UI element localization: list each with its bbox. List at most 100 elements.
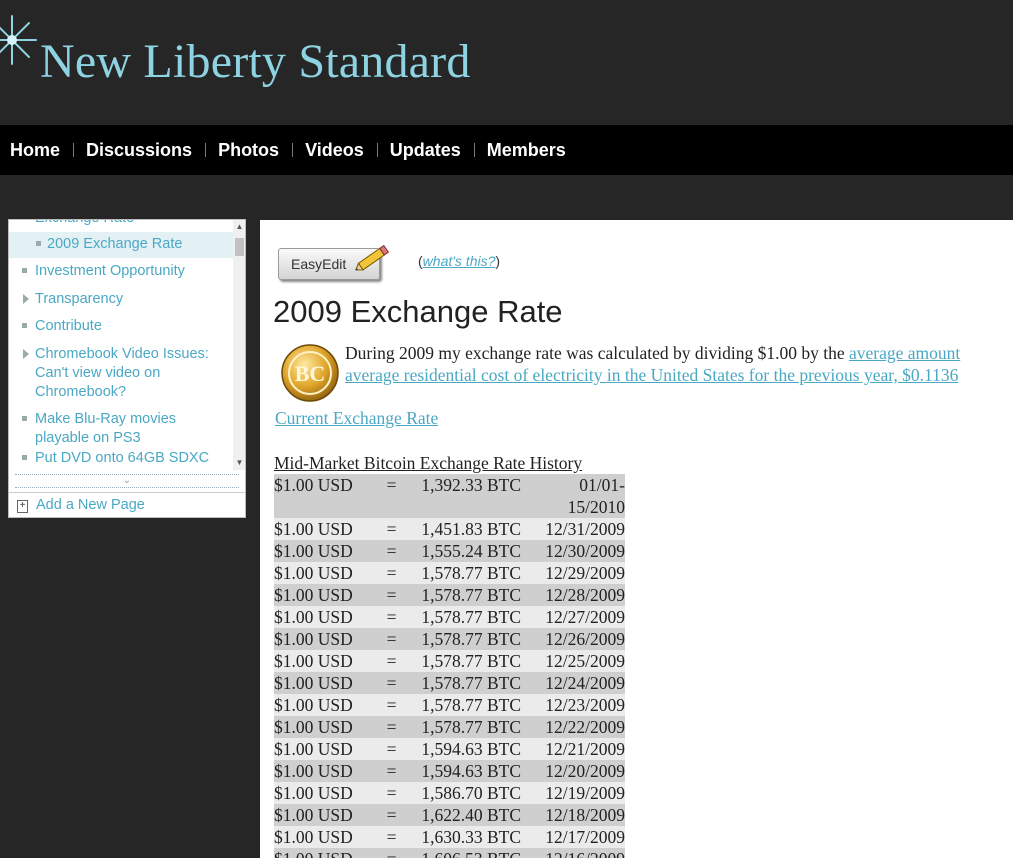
cell-date: 12/18/2009 <box>545 805 625 825</box>
pencil-icon <box>355 244 390 271</box>
cell-date: 12/20/2009 <box>545 761 625 781</box>
table-row: $1.00 USD = 1,630.33 BTC 12/17/2009 <box>274 826 625 848</box>
sidebar-item-label: Transparency <box>35 291 124 307</box>
bullet-icon <box>22 416 27 421</box>
sidebar-resize-handle[interactable]: ⌄ <box>15 474 239 488</box>
cell-usd: $1.00 USD <box>274 541 353 561</box>
table-row: $1.00 USD = 1,622.40 BTC 12/18/2009 <box>274 804 625 826</box>
cell-date: 12/24/2009 <box>545 673 625 693</box>
sidebar-item[interactable]: 2009 Exchange Rate <box>9 232 233 258</box>
table-row: $1.00 USD = 1,392.33 BTC 01/01- 15/2010 <box>274 474 625 518</box>
cell-usd: $1.00 USD <box>274 651 353 671</box>
site-title[interactable]: New Liberty Standard <box>40 34 471 89</box>
cell-date: 12/30/2009 <box>545 541 625 561</box>
sidebar-item[interactable]: Make Blu-Ray movies playable on PS3 <box>9 409 233 446</box>
nav-item: Home <box>0 140 60 161</box>
scroll-thumb[interactable] <box>235 238 244 256</box>
sidebar-item[interactable]: Transparency <box>9 289 233 315</box>
cell-btc: 1,586.70 BTC <box>421 783 521 803</box>
nav-link-photos[interactable]: Photos <box>218 140 279 161</box>
cell-usd: $1.00 USD <box>274 761 353 781</box>
nav-separator <box>205 143 207 157</box>
bullet-icon <box>36 241 41 246</box>
cell-usd: $1.00 USD <box>274 739 353 759</box>
bitcoin-coin-icon: BC <box>281 344 339 402</box>
sidebar-item[interactable]: Put DVD onto 64GB SDXC <box>9 448 233 468</box>
table-row: $1.00 USD = 1,578.77 BTC 12/25/2009 <box>274 650 625 672</box>
cell-btc: 1,630.33 BTC <box>421 827 521 847</box>
table-row: $1.00 USD = 1,578.77 BTC 12/24/2009 <box>274 672 625 694</box>
add-page-button[interactable]: + Add a New Page <box>9 492 245 517</box>
cell-btc: 1,622.40 BTC <box>421 805 521 825</box>
expand-arrow-icon[interactable] <box>23 294 29 304</box>
nav-link-members[interactable]: Members <box>487 140 566 161</box>
table-row: $1.00 USD = 1,555.24 BTC 12/30/2009 <box>274 540 625 562</box>
cell-usd: $1.00 USD <box>274 629 353 649</box>
add-page-label: Add a New Page <box>36 497 145 513</box>
nav-item: Members <box>461 140 566 161</box>
cell-btc: 1,578.77 BTC <box>421 695 521 715</box>
scroll-down-icon[interactable]: ▼ <box>233 456 245 470</box>
nav-link-discussions[interactable]: Discussions <box>86 140 192 161</box>
table-row: $1.00 USD = 1,578.77 BTC 12/22/2009 <box>274 716 625 738</box>
main-nav: Home Discussions Photos Videos Updates Member… <box>0 125 1013 175</box>
cell-btc: 1,578.77 BTC <box>421 585 521 605</box>
table-caption: Mid-Market Bitcoin Exchange Rate History <box>274 453 583 473</box>
nav-separator <box>473 143 475 157</box>
nav-item: Updates <box>364 140 461 161</box>
table-row: $1.00 USD = 1,578.77 BTC 12/29/2009 <box>274 562 625 584</box>
cell-eq: = <box>386 651 397 671</box>
cell-date: 12/16/2009 <box>521 848 625 858</box>
sidebar-item[interactable]: Chromebook Video Issues: Can't view vide… <box>9 344 233 406</box>
average-amount-link[interactable]: average amount <box>849 343 960 363</box>
cell-date: 01/01- 15/2010 <box>567 475 625 517</box>
sidebar-item[interactable]: Exchange Rate <box>9 220 233 232</box>
nav-link-home[interactable]: Home <box>0 140 60 161</box>
nav-link-videos[interactable]: Videos <box>305 140 364 161</box>
bullet-icon <box>22 323 27 328</box>
cell-usd: $1.00 USD <box>274 717 353 737</box>
cell-usd: $1.00 USD <box>274 848 372 858</box>
cell-eq: = <box>386 827 397 847</box>
scroll-up-icon[interactable]: ▲ <box>233 220 245 234</box>
sidebar-item[interactable]: Contribute <box>9 316 233 342</box>
whats-this-link[interactable]: what's this? <box>423 253 496 269</box>
bullet-icon <box>22 268 27 273</box>
table-row: $1.00 USD = 1,451.83 BTC 12/31/2009 <box>274 518 625 540</box>
nav-item: Discussions <box>60 140 192 161</box>
cell-btc: 1,578.77 BTC <box>421 629 521 649</box>
current-exchange-rate-link[interactable]: Current Exchange Rate <box>275 408 438 429</box>
sidebar-item-label: Exchange Rate <box>35 220 220 228</box>
star-logo-icon <box>0 15 37 65</box>
cell-date: 12/28/2009 <box>545 585 625 605</box>
cell-eq: = <box>386 783 397 803</box>
sidebar-item-label: Investment Opportunity <box>35 263 185 279</box>
cell-btc: 1,451.83 BTC <box>421 519 521 539</box>
cell-btc: 1,392.33 BTC <box>421 475 521 495</box>
cell-eq: = <box>386 519 397 539</box>
cell-usd: $1.00 USD <box>274 695 353 715</box>
cell-eq: = <box>386 629 397 649</box>
cell-eq: = <box>386 563 397 583</box>
sidebar-list: Exchange Rate 2009 Exchange Rate Investmen… <box>9 220 233 470</box>
sidebar-item-label: 2009 Exchange Rate <box>47 236 183 252</box>
nav-separator <box>376 143 378 157</box>
cell-usd: $1.00 USD <box>274 607 353 627</box>
sidebar-tree: Exchange Rate 2009 Exchange Rate Investmen… <box>8 219 246 518</box>
cell-date: 12/26/2009 <box>545 629 625 649</box>
electricity-cost-link[interactable]: average residential cost of electricity … <box>345 365 958 385</box>
cell-date: 12/21/2009 <box>545 739 625 759</box>
sidebar-item-label: Contribute <box>35 318 102 334</box>
sidebar-item[interactable]: Investment Opportunity <box>9 261 233 287</box>
cell-date: 12/19/2009 <box>545 783 625 803</box>
cell-btc: 1,594.63 BTC <box>421 739 521 759</box>
nav-link-updates[interactable]: Updates <box>390 140 461 161</box>
cell-date: 12/31/2009 <box>545 519 625 539</box>
cell-btc: 1,578.77 BTC <box>421 673 521 693</box>
whats-this-help: (what's this?) <box>418 253 501 269</box>
cell-eq: = <box>386 541 397 561</box>
expand-arrow-icon[interactable] <box>23 349 29 359</box>
table-row: $1.00 USD = 1,586.70 BTC 12/19/2009 <box>274 782 625 804</box>
sidebar-scrollbar[interactable]: ▲ ▼ <box>233 220 245 470</box>
page-title: 2009 Exchange Rate <box>273 294 563 329</box>
